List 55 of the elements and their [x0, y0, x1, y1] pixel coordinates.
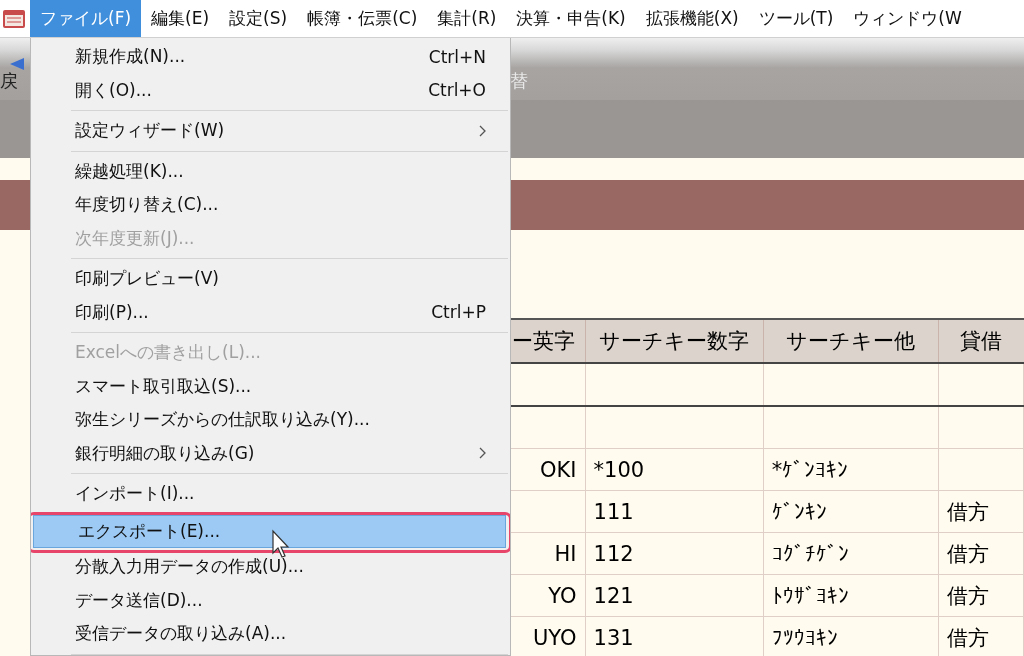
table-cell: *100 — [585, 448, 764, 491]
column-header: 貸借 — [938, 319, 1024, 363]
menu-bar-item[interactable]: 決算・申告(K) — [506, 0, 636, 37]
menu-item[interactable]: エクスポート(E)... — [33, 514, 506, 548]
menu-item[interactable]: 年度切り替え(C)... — [31, 188, 510, 222]
menu-item[interactable]: スマート取引取込(S)... — [31, 369, 510, 403]
menu-item[interactable]: 開く(O)... Ctrl+O — [31, 73, 510, 107]
menu-bar-item[interactable]: 設定(S) — [219, 0, 298, 37]
menu-item-label: 分散入力用データの作成(U)... — [75, 555, 304, 579]
menu-item-label: 新規作成(N)... — [75, 45, 186, 69]
menu-bar-item[interactable]: ツール(T) — [748, 0, 844, 37]
menu-item[interactable]: 弥生シリーズからの仕訳取り込み(Y)... — [31, 403, 510, 437]
shortcut-label: Ctrl+O — [428, 80, 486, 101]
menu-item-label: 年度切り替え(C)... — [75, 193, 219, 217]
menu-item-label: 銀行明細の取り込み(G) — [75, 441, 255, 465]
table-cell: 121 — [585, 574, 764, 617]
table-cell: ﾄｳｻﾞﾖｷﾝ — [763, 574, 939, 617]
table-cell: 借方 — [938, 490, 1024, 533]
chevron-right-icon — [479, 124, 486, 137]
shortcut-label: Ctrl+N — [428, 46, 486, 67]
menu-item[interactable]: 印刷プレビュー(V) — [31, 262, 510, 296]
menu-item-label: スマート取引取込(S)... — [75, 374, 252, 398]
back-arrow-icon[interactable] — [10, 58, 24, 70]
table-cell: 112 — [585, 532, 764, 575]
menu-bar-item[interactable]: 帳簿・伝票(C) — [297, 0, 428, 37]
column-header: サーチキー数字 — [585, 319, 764, 363]
menu-item-label: 印刷プレビュー(V) — [75, 267, 219, 291]
menu-item[interactable]: 新規作成(N)... Ctrl+N — [31, 40, 510, 74]
menu-bar-item[interactable]: 集計(R) — [427, 0, 507, 37]
menu-bar-item[interactable]: 編集(E) — [141, 0, 220, 37]
menu-item-label: エクスポート(E)... — [78, 519, 221, 543]
table-cell: ｺｸﾞﾁｹﾞﾝ — [763, 532, 939, 575]
table-cell: 111 — [585, 490, 764, 533]
menu-item-label: 開く(O)... — [75, 78, 152, 102]
menu-item-label: データ送信(D)... — [75, 588, 203, 612]
menu-item-label: 繰越処理(K)... — [75, 159, 184, 183]
menu-bar-item[interactable]: 拡張機能(X) — [635, 0, 749, 37]
menu-item-label: 印刷(P)... — [75, 300, 149, 324]
chevron-right-icon — [479, 447, 486, 460]
table-cell: ｹﾞﾝｷﾝ — [763, 490, 939, 533]
menu-item-label: 受信データの取り込み(A)... — [75, 622, 287, 646]
menu-item-label: 設定ウィザード(W) — [75, 119, 225, 143]
table-cell: 借方 — [938, 532, 1024, 575]
app-icon[interactable] — [2, 7, 26, 30]
table-cell: *ｹﾞﾝﾖｷﾝ — [763, 448, 939, 491]
table-cell: 借方 — [938, 574, 1024, 617]
toolbar-label[interactable]: 戻 — [0, 70, 18, 92]
menu-item-label: 次年度更新(J)... — [75, 226, 195, 250]
menu-bar-item[interactable]: ウィンドウ(W — [843, 0, 972, 37]
column-header: サーチキー他 — [763, 319, 939, 363]
menu-item-label: Excelへの書き出し(L)... — [75, 341, 261, 365]
shortcut-label: Ctrl+P — [431, 302, 486, 323]
menu-item-label: インポート(I)... — [75, 482, 195, 506]
menu-item[interactable]: 繰越処理(K)... — [31, 154, 510, 188]
menu-item-label: 弥生シリーズからの仕訳取り込み(Y)... — [75, 408, 370, 432]
